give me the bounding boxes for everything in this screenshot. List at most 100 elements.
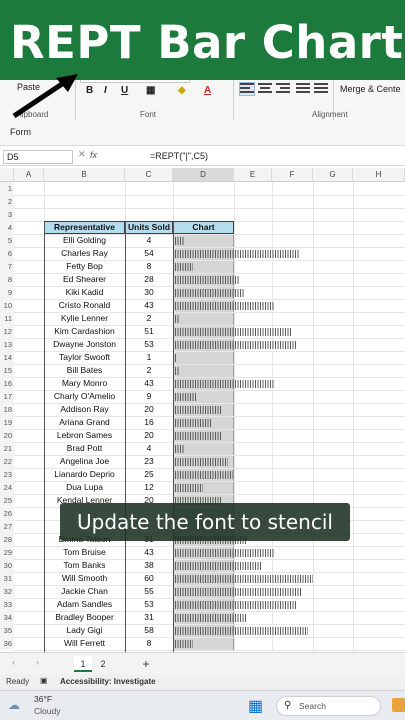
row-header-8[interactable]: 8 <box>0 273 14 286</box>
row-header-28[interactable]: 28 <box>0 533 14 546</box>
column-header-f[interactable]: F <box>272 168 313 182</box>
row-header-12[interactable]: 12 <box>0 325 14 338</box>
rep-name-cell[interactable]: Lianardo Deprio <box>44 468 125 481</box>
row-header-25[interactable]: 25 <box>0 494 14 507</box>
row-header-26[interactable]: 26 <box>0 507 14 520</box>
units-sold-cell[interactable]: 43 <box>125 377 173 390</box>
rep-name-cell[interactable]: Tom Bruise <box>44 546 125 559</box>
units-sold-cell[interactable]: 51 <box>125 325 173 338</box>
units-sold-cell[interactable]: 12 <box>125 481 173 494</box>
units-sold-cell[interactable]: 58 <box>125 624 173 637</box>
row-header-4[interactable]: 4 <box>0 221 14 234</box>
windows-start-icon[interactable]: ▦ <box>248 696 263 716</box>
rep-name-cell[interactable]: Taylor Swooft <box>44 351 125 364</box>
row-header-21[interactable]: 21 <box>0 442 14 455</box>
row-header-18[interactable]: 18 <box>0 403 14 416</box>
row-header-1[interactable]: 1 <box>0 182 14 195</box>
taskbar-search[interactable]: ⚲ Search <box>276 696 381 716</box>
units-sold-cell[interactable]: 16 <box>125 416 173 429</box>
rep-name-cell[interactable]: Bill Bates <box>44 364 125 377</box>
italic-button[interactable]: I <box>104 85 107 96</box>
borders-icon[interactable]: ▦ <box>146 85 155 96</box>
rep-name-cell[interactable]: Kim Cardashion <box>44 325 125 338</box>
row-header-35[interactable]: 35 <box>0 624 14 637</box>
cancel-icon[interactable]: ✕ <box>78 149 86 160</box>
name-box[interactable]: D5 <box>3 150 73 164</box>
row-header-32[interactable]: 32 <box>0 585 14 598</box>
add-sheet-button[interactable]: + <box>137 656 155 672</box>
rep-name-cell[interactable]: Lebron Sames <box>44 429 125 442</box>
rep-name-cell[interactable]: Will Ferrett <box>44 637 125 650</box>
formula-input[interactable]: =REPT("|",C5) <box>150 151 208 161</box>
row-header-23[interactable]: 23 <box>0 468 14 481</box>
rep-name-cell[interactable]: Will Smooth <box>44 572 125 585</box>
column-header-h[interactable]: H <box>353 168 405 182</box>
row-header-9[interactable]: 9 <box>0 286 14 299</box>
rep-name-cell[interactable]: Cristo Ronald <box>44 299 125 312</box>
fx-icon[interactable]: fx <box>90 150 97 160</box>
align-center-icon[interactable] <box>258 83 272 95</box>
prev-sheet-icon[interactable]: ‹ <box>12 657 15 667</box>
units-sold-cell[interactable]: 4 <box>125 442 173 455</box>
column-header-d[interactable]: D <box>173 168 234 182</box>
rep-name-cell[interactable]: Jackie Chan <box>44 585 125 598</box>
units-sold-cell[interactable]: 54 <box>125 247 173 260</box>
rep-name-cell[interactable]: Dua Lupa <box>44 481 125 494</box>
folder-icon[interactable] <box>392 698 405 712</box>
next-sheet-icon[interactable]: › <box>36 657 39 667</box>
sheet-tab-1[interactable]: 1 <box>74 656 92 672</box>
units-sold-cell[interactable]: 4 <box>125 234 173 247</box>
row-header-2[interactable]: 2 <box>0 195 14 208</box>
row-header-10[interactable]: 10 <box>0 299 14 312</box>
units-sold-cell[interactable]: 53 <box>125 338 173 351</box>
row-header-22[interactable]: 22 <box>0 455 14 468</box>
units-sold-cell[interactable]: 55 <box>125 585 173 598</box>
row-header-16[interactable]: 16 <box>0 377 14 390</box>
row-header-5[interactable]: 5 <box>0 234 14 247</box>
indent-icon[interactable] <box>296 83 310 95</box>
row-header-27[interactable]: 27 <box>0 520 14 533</box>
units-sold-cell[interactable]: 23 <box>125 455 173 468</box>
font-color-icon[interactable]: A <box>204 85 211 96</box>
rep-name-cell[interactable]: Kiki Kadid <box>44 286 125 299</box>
sheet-tab-2[interactable]: 2 <box>94 656 112 672</box>
rep-name-cell[interactable]: Bradley Booper <box>44 611 125 624</box>
row-header-11[interactable]: 11 <box>0 312 14 325</box>
row-header-33[interactable]: 33 <box>0 598 14 611</box>
column-header-e[interactable]: E <box>234 168 272 182</box>
align-right-icon[interactable] <box>276 83 290 95</box>
row-header-30[interactable]: 30 <box>0 559 14 572</box>
row-header-31[interactable]: 31 <box>0 572 14 585</box>
bold-button[interactable]: B <box>86 85 93 96</box>
rep-name-cell[interactable]: Kylie Lenner <box>44 312 125 325</box>
row-header-19[interactable]: 19 <box>0 416 14 429</box>
rep-name-cell[interactable]: Mary Monro <box>44 377 125 390</box>
row-header-24[interactable]: 24 <box>0 481 14 494</box>
select-all-corner[interactable] <box>0 168 14 182</box>
rep-name-cell[interactable]: Angelina Joe <box>44 455 125 468</box>
units-sold-cell[interactable]: 9 <box>125 390 173 403</box>
rep-name-cell[interactable]: Ariana Grand <box>44 416 125 429</box>
column-header-a[interactable]: A <box>14 168 44 182</box>
units-sold-cell[interactable]: 25 <box>125 468 173 481</box>
row-header-34[interactable]: 34 <box>0 611 14 624</box>
rep-name-cell[interactable]: Adam Sandles <box>44 598 125 611</box>
units-sold-cell[interactable]: 20 <box>125 403 173 416</box>
units-sold-cell[interactable]: 53 <box>125 598 173 611</box>
units-sold-cell[interactable]: 31 <box>125 611 173 624</box>
column-header-c[interactable]: C <box>125 168 173 182</box>
row-header-13[interactable]: 13 <box>0 338 14 351</box>
units-sold-cell[interactable]: 28 <box>125 273 173 286</box>
fill-color-icon[interactable]: ◈ <box>178 85 186 96</box>
units-sold-cell[interactable]: 20 <box>125 429 173 442</box>
units-sold-cell[interactable]: 8 <box>125 637 173 650</box>
units-sold-cell[interactable]: 43 <box>125 546 173 559</box>
units-sold-cell[interactable]: 2 <box>125 312 173 325</box>
row-header-14[interactable]: 14 <box>0 351 14 364</box>
row-header-6[interactable]: 6 <box>0 247 14 260</box>
spreadsheet-grid[interactable]: A B C D E F G H 1 2 3 4 5 6 7 8 9 10 11 12 13 14 15 16 17 18 19 20 2… <box>0 168 405 652</box>
outdent-icon[interactable] <box>314 83 328 95</box>
row-header-20[interactable]: 20 <box>0 429 14 442</box>
rep-name-cell[interactable]: Lady Gigi <box>44 624 125 637</box>
row-header-36[interactable]: 36 <box>0 637 14 650</box>
